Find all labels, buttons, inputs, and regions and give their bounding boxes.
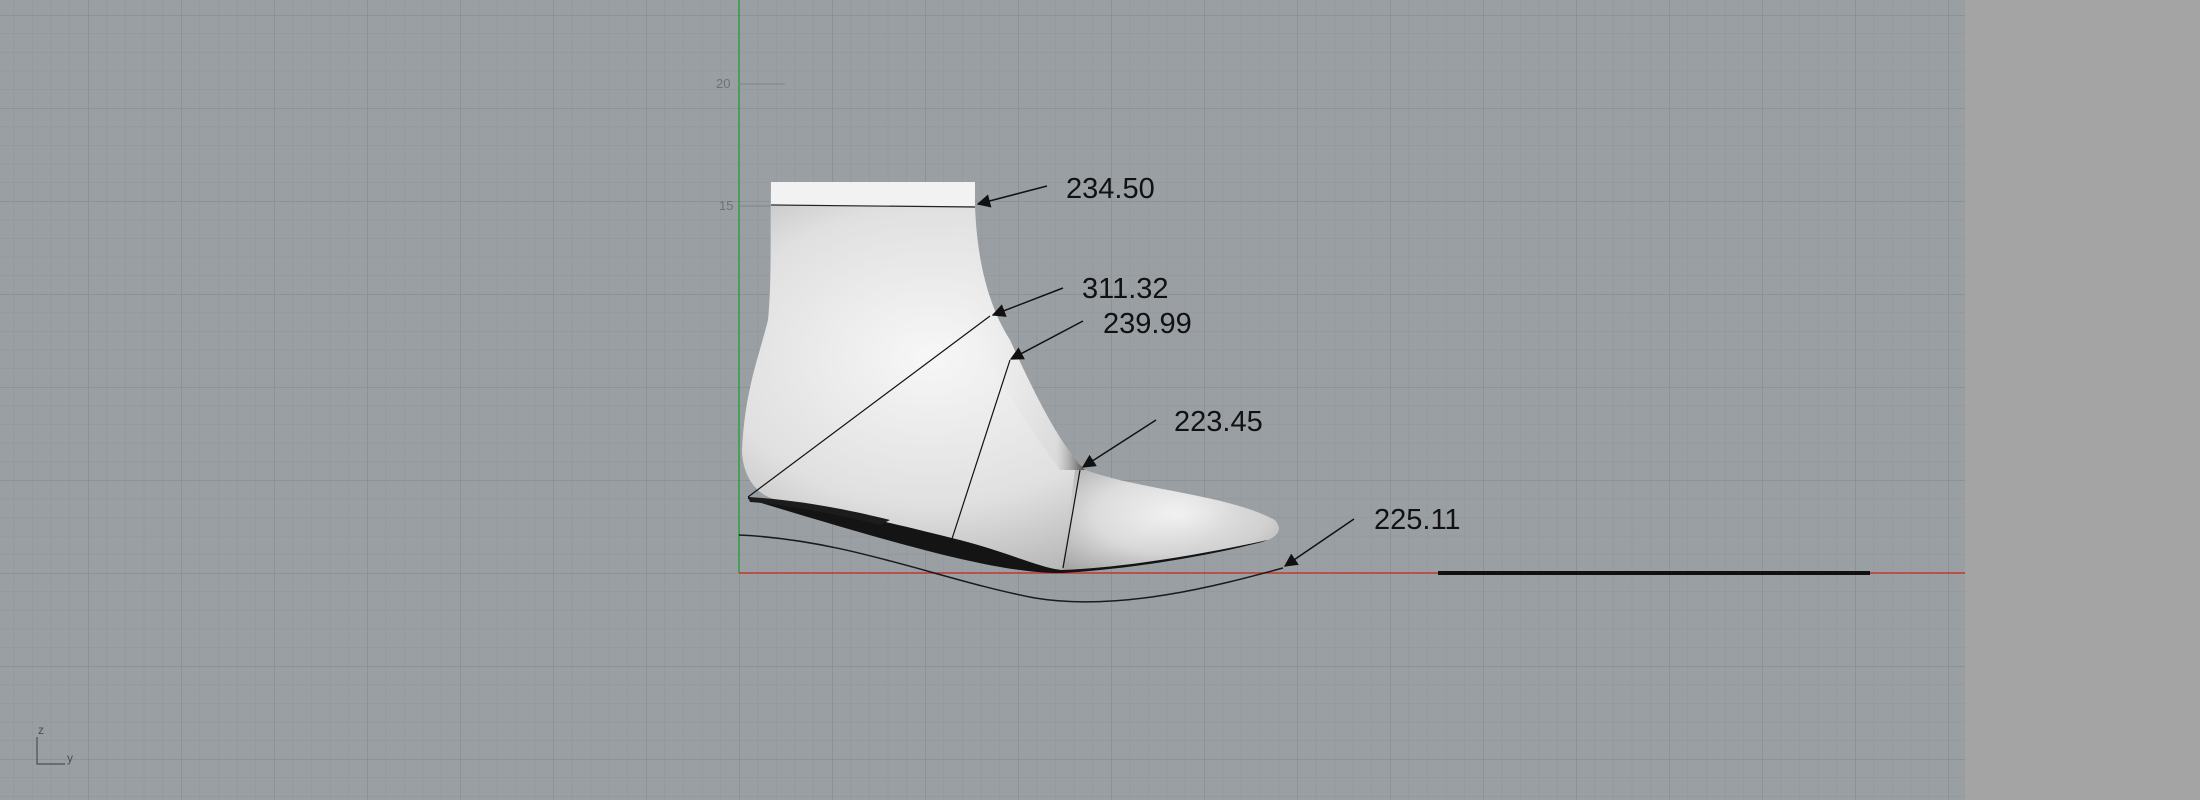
boot-top-rim bbox=[771, 182, 975, 206]
z-tick-label-15: 15 bbox=[719, 198, 733, 213]
dimension-label-225[interactable]: 225.11 bbox=[1374, 504, 1461, 536]
dimension-label-311[interactable]: 311.32 bbox=[1082, 273, 1169, 305]
dimension-label-234[interactable]: 234.50 bbox=[1066, 173, 1155, 205]
dimension-label-239[interactable]: 239.99 bbox=[1103, 308, 1192, 340]
gizmo-z-label: z bbox=[38, 723, 44, 737]
right-viewport[interactable]: 20 15 234.50 311.32 239.99 223.45 225.11… bbox=[0, 0, 1965, 800]
gizmo-y-label: y bbox=[67, 751, 73, 765]
side-panel bbox=[1965, 0, 2200, 800]
dimension-label-223[interactable]: 223.45 bbox=[1174, 406, 1263, 438]
viewport-canvas[interactable]: 20 15 234.50 311.32 239.99 223.45 225.11… bbox=[0, 0, 1965, 800]
z-tick-label-20: 20 bbox=[716, 76, 730, 91]
